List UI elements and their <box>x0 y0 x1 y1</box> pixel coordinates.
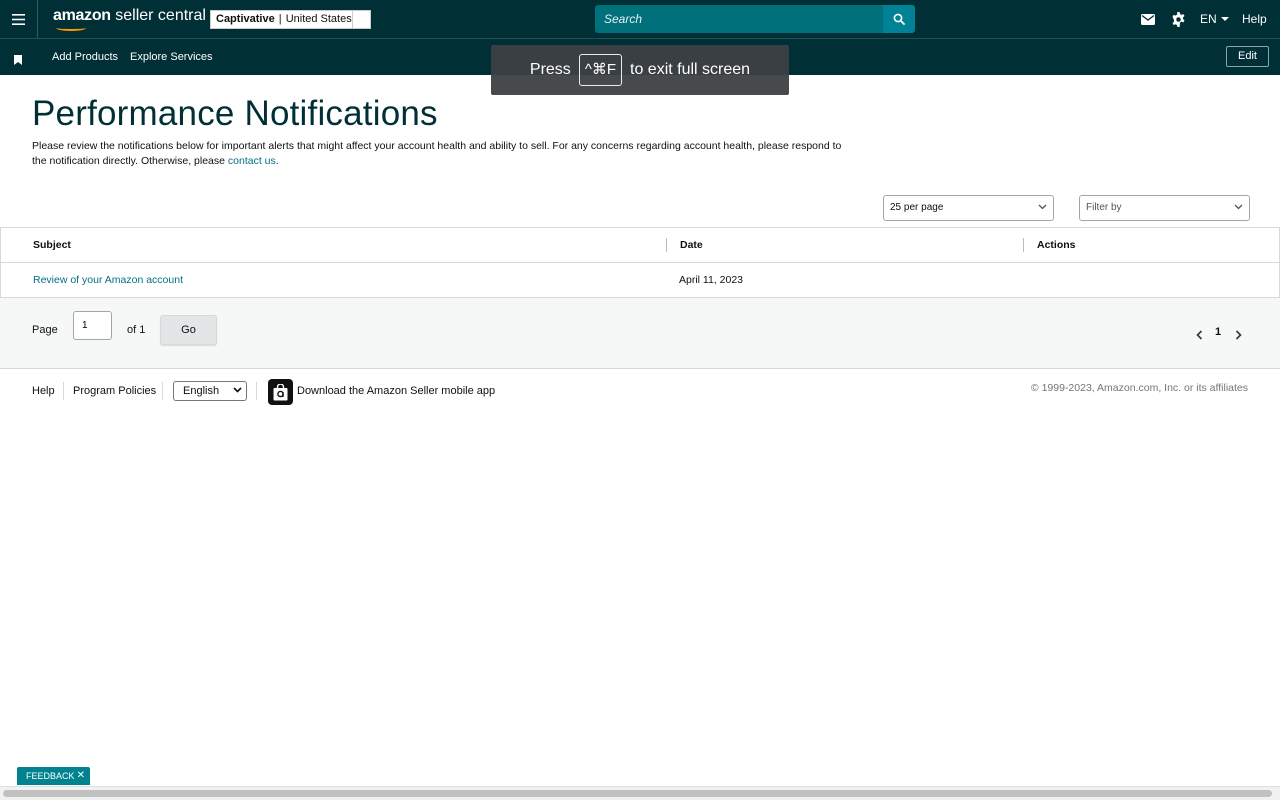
notification-date: April 11, 2023 <box>679 274 744 286</box>
shopping-bag-icon <box>273 383 288 400</box>
chevron-down-icon <box>1220 17 1229 21</box>
next-page-button[interactable] <box>1235 327 1242 345</box>
column-divider <box>666 238 667 252</box>
store-separator: | <box>278 13 282 25</box>
logo-smile-icon <box>56 25 86 31</box>
store-region: United States <box>285 13 352 25</box>
page-label: Page <box>32 324 58 336</box>
chevron-down-icon <box>1234 204 1243 210</box>
menu-icon <box>12 13 25 25</box>
edit-navigation-button[interactable]: Edit <box>1226 46 1269 67</box>
chevron-down-icon <box>233 387 242 393</box>
pagination-bar: Page of 1 Go 1 <box>0 298 1280 369</box>
footer-divider <box>63 382 64 400</box>
scrollbar-thumb[interactable] <box>3 790 1272 797</box>
column-divider <box>1023 238 1024 252</box>
fullscreen-exit-toast: Press ^⌘F to exit full screen <box>491 45 789 95</box>
bookmarks-button[interactable] <box>14 52 22 70</box>
notifications-table: Subject Date Actions Review of your Amaz… <box>0 227 1280 298</box>
subnav-explore-services[interactable]: Explore Services <box>130 51 213 63</box>
feedback-button[interactable]: FEEDBACK ✕ <box>17 767 90 785</box>
page-description: Please review the notifications below fo… <box>32 140 842 167</box>
seller-app-icon[interactable] <box>268 379 293 405</box>
help-link[interactable]: Help <box>1242 12 1267 26</box>
download-app-link[interactable]: Download the Amazon Seller mobile app <box>297 385 495 397</box>
contact-us-link[interactable]: contact us <box>228 155 276 167</box>
table-row: Review of your Amazon account <box>33 274 183 286</box>
toast-press-text: Press <box>529 61 571 78</box>
chevron-left-icon <box>1196 330 1203 340</box>
language-selector[interactable]: EN <box>1200 12 1229 26</box>
amazon-seller-central-logo[interactable]: amazon seller central <box>53 8 206 31</box>
previous-page-button[interactable] <box>1196 327 1203 345</box>
toast-suffix-text: to exit full screen <box>630 61 751 78</box>
footer-divider <box>256 382 257 400</box>
copyright-notice: © 1999-2023, Amazon.com, Inc. or its aff… <box>1030 382 1248 394</box>
mail-icon <box>1141 13 1155 25</box>
toast-key-combo: ^⌘F <box>578 54 623 86</box>
current-page-number[interactable]: 1 <box>1215 326 1221 338</box>
bookmark-icon <box>14 55 22 65</box>
footer-help-link[interactable]: Help <box>32 385 55 397</box>
subnav-add-products[interactable]: Add Products <box>52 51 118 63</box>
store-selector-divider <box>352 11 353 28</box>
hamburger-menu-button[interactable] <box>0 0 38 38</box>
per-page-select[interactable]: 25 per page <box>883 195 1054 221</box>
search-input[interactable]: Search <box>595 5 884 33</box>
search-button[interactable] <box>883 5 915 33</box>
column-header-date[interactable]: Date <box>680 239 703 251</box>
chevron-down-icon <box>1038 204 1047 210</box>
search-icon <box>893 13 905 25</box>
messages-button[interactable] <box>1140 11 1156 27</box>
filter-select[interactable]: Filter by <box>1079 195 1250 221</box>
gear-icon <box>1172 11 1184 27</box>
page-number-input[interactable] <box>73 311 112 340</box>
footer-language-select[interactable]: English <box>173 381 247 401</box>
footer-program-policies-link[interactable]: Program Policies <box>73 385 156 397</box>
table-header-row: Subject Date Actions <box>1 228 1279 263</box>
settings-button[interactable] <box>1170 11 1186 27</box>
horizontal-scrollbar[interactable] <box>0 786 1280 800</box>
page-title: Performance Notifications <box>32 94 438 133</box>
footer-divider <box>162 382 163 400</box>
column-header-subject[interactable]: Subject <box>33 239 71 251</box>
store-selector[interactable]: Captivative | United States <box>210 10 371 29</box>
notification-subject-link[interactable]: Review of your Amazon account <box>33 274 183 286</box>
go-button[interactable]: Go <box>160 315 217 345</box>
page-count-label: of 1 <box>127 324 146 336</box>
column-header-actions: Actions <box>1037 239 1076 251</box>
close-icon[interactable]: ✕ <box>77 767 85 785</box>
store-name: Captivative <box>216 13 275 25</box>
top-navigation-bar: amazon seller central Captivative | Unit… <box>0 0 1280 38</box>
chevron-right-icon <box>1235 330 1242 340</box>
